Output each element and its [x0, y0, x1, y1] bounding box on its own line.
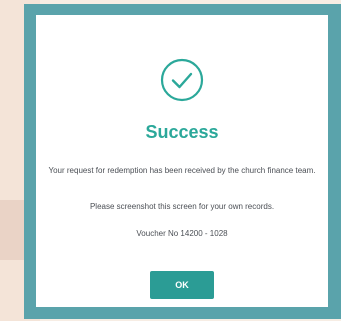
success-modal-frame: Success Your request for redemption has …: [24, 4, 341, 319]
success-modal: Success Your request for redemption has …: [36, 15, 328, 307]
voucher-number: Voucher No 14200 - 1028: [136, 229, 228, 238]
redemption-message: Your request for redemption has been rec…: [48, 166, 316, 175]
ok-button[interactable]: OK: [150, 271, 214, 299]
success-title: Success: [145, 122, 219, 142]
screenshot-instruction: Please screenshot this screen for your o…: [89, 202, 275, 211]
check-circle-icon: [160, 58, 204, 102]
